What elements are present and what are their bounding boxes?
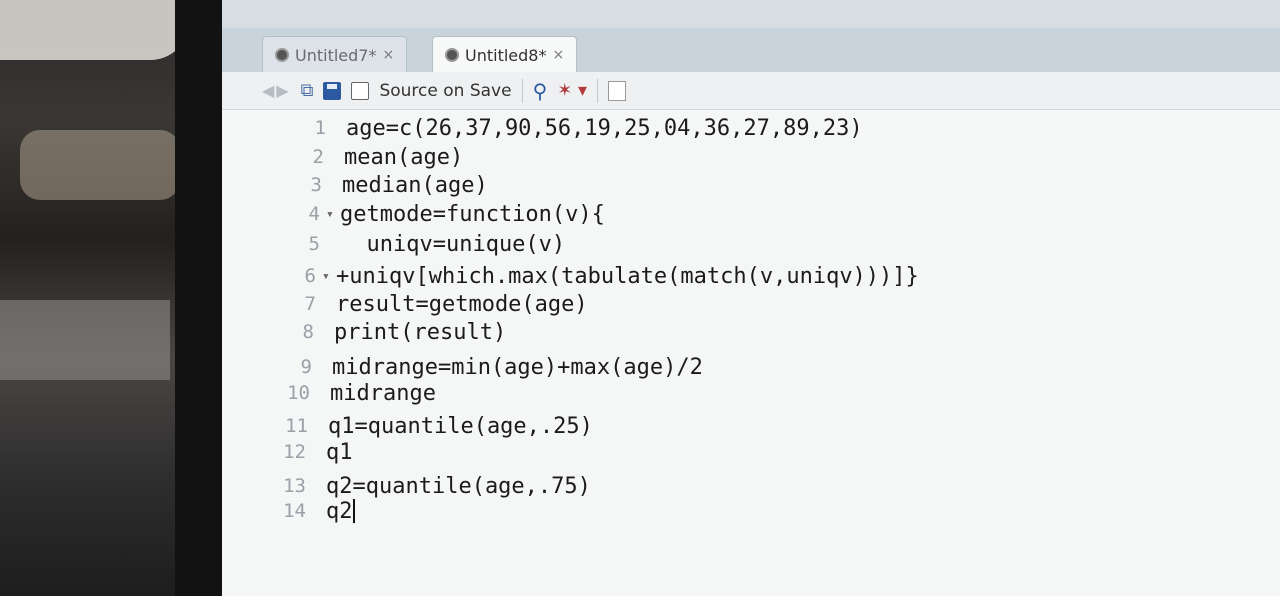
fold-toggle-icon[interactable]: ▾	[326, 207, 340, 222]
toolbar-divider	[597, 78, 599, 103]
close-icon[interactable]: ×	[552, 47, 564, 63]
line-number: 12	[283, 441, 306, 463]
line-number: 5	[308, 233, 320, 255]
line-number: 13	[283, 475, 306, 497]
code-text: q1=quantile(age,.25)	[328, 413, 593, 439]
code-line[interactable]: 8 print(result)	[250, 318, 507, 346]
code-line[interactable]: 2 mean(age)	[260, 143, 464, 171]
tab-label: Untitled8*	[465, 45, 547, 65]
line-number: 11	[285, 415, 308, 437]
background-object	[0, 300, 170, 380]
code-text: q1	[326, 439, 353, 465]
code-line[interactable]: 7 result=getmode(age)	[252, 290, 588, 318]
line-number: 2	[312, 146, 324, 168]
code-text: uniqv=unique(v)	[340, 231, 566, 257]
code-text: mean(age)	[344, 144, 464, 170]
line-number: 14	[283, 500, 306, 522]
toolbar-divider	[521, 78, 523, 103]
code-line[interactable]: 10 midrange	[246, 379, 436, 407]
tab-untitled7[interactable]: Untitled7* ×	[262, 36, 408, 73]
editor-tab-bar: Untitled7* × Untitled8* ×	[222, 28, 1280, 73]
code-line[interactable]: 5 uniqv=unique(v)	[256, 230, 566, 258]
code-text: +uniqv[which.max(tabulate(match(v,uniqv)…	[336, 263, 919, 289]
line-number: 7	[304, 293, 316, 315]
code-line[interactable]: 3 median(age)	[258, 171, 488, 199]
code-text: getmode=function(v){	[340, 201, 605, 227]
text-cursor	[352, 499, 355, 523]
back-arrow-icon[interactable]: ◀▶	[262, 81, 291, 100]
line-number: 9	[300, 356, 312, 378]
code-line[interactable]: 4 ▾ getmode=function(v){	[256, 200, 605, 228]
fold-toggle-icon[interactable]: ▾	[322, 269, 336, 284]
close-icon[interactable]: ×	[382, 47, 394, 63]
code-tools-wand-icon[interactable]: ✶ ▾	[557, 80, 587, 101]
code-line[interactable]: 12 q1	[242, 438, 353, 466]
monitor-bezel	[175, 0, 225, 596]
editor-toolbar: ◀▶ ⧉ Source on Save ⚲ ✶ ▾	[222, 72, 1280, 110]
tab-untitled8[interactable]: Untitled8* ×	[432, 36, 578, 73]
save-icon[interactable]	[323, 81, 342, 100]
code-text: median(age)	[342, 172, 488, 198]
tab-label: Untitled7*	[295, 45, 377, 65]
code-text: midrange=min(age)+max(age)/2	[332, 354, 703, 380]
r-script-icon	[275, 48, 289, 62]
line-number: 10	[287, 382, 310, 404]
show-in-window-icon[interactable]: ⧉	[301, 80, 314, 101]
code-line[interactable]: 11 q1=quantile(age,.25)	[244, 412, 593, 440]
main-toolbar	[222, 0, 1280, 29]
code-line[interactable]: 14 q2	[242, 497, 355, 525]
code-text: midrange	[330, 380, 436, 406]
source-on-save-checkbox[interactable]	[351, 81, 370, 100]
line-number: 8	[302, 321, 314, 343]
search-icon[interactable]: ⚲	[533, 79, 548, 103]
code-text: result=getmode(age)	[336, 291, 588, 317]
code-text: q2	[326, 498, 353, 524]
line-number: 1	[314, 117, 326, 139]
background-object	[0, 0, 190, 60]
compile-report-icon[interactable]	[608, 80, 627, 101]
code-editor[interactable]: 1 age=c(26,37,90,56,19,25,04,36,27,89,23)…	[222, 110, 1280, 596]
background-object	[20, 130, 180, 200]
line-number: 4	[308, 203, 320, 225]
code-line[interactable]: 13 q2=quantile(age,.75)	[242, 472, 591, 500]
code-text: q2=quantile(age,.75)	[326, 473, 591, 499]
code-text: print(result)	[334, 319, 507, 345]
r-script-icon	[445, 48, 459, 62]
line-number: 6	[304, 265, 316, 287]
code-text: age=c(26,37,90,56,19,25,04,36,27,89,23)	[346, 115, 863, 141]
source-on-save-label: Source on Save	[379, 80, 512, 101]
code-line[interactable]: 9 midrange=min(age)+max(age)/2	[248, 353, 703, 381]
code-line[interactable]: 6 ▾ +uniqv[which.max(tabulate(match(v,uniq…	[252, 262, 919, 290]
line-number: 3	[310, 174, 322, 196]
code-line[interactable]: 1 age=c(26,37,90,56,19,25,04,36,27,89,23)	[262, 114, 863, 142]
rstudio-window: Untitled7* × Untitled8* × ◀▶ ⧉ Source on…	[222, 0, 1280, 596]
